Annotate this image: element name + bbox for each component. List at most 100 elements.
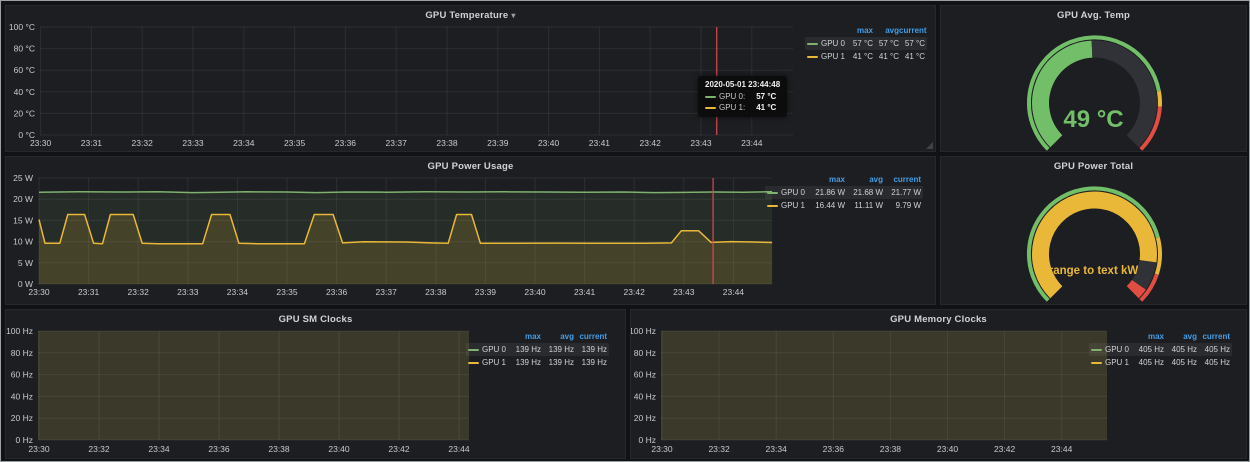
legend-value: 405 Hz	[1131, 345, 1164, 354]
panel-title-gpu-power-total[interactable]: GPU Power Total	[941, 161, 1246, 172]
gpu-power-total-gauge	[941, 157, 1248, 306]
legend-gpu-temperature: maxavgcurrentGPU 057 °C57 °C57 °CGPU 141…	[805, 24, 927, 63]
gpu-temperature-chart[interactable]: 0 °C20 °C40 °C60 °C80 °C100 °C23:3023:31…	[6, 6, 937, 153]
offscale-series-fill	[661, 331, 1107, 440]
y-axis-tick-label: 20 Hz	[634, 413, 656, 423]
x-axis-tick-label: 23:38	[880, 444, 902, 454]
legend-row: GPU 021.86 W21.68 W21.77 W	[765, 186, 923, 199]
legend-value: 139 Hz	[574, 345, 607, 354]
tooltip-row: GPU 0: 57 °C	[705, 91, 780, 102]
legend-series-name[interactable]: GPU 0	[482, 345, 506, 354]
legend-row: GPU 1139 Hz139 Hz139 Hz	[466, 356, 609, 369]
legend-value: 11.11 W	[845, 201, 883, 210]
x-axis-tick-label: 23:39	[475, 287, 497, 297]
panel-title-gpu-temperature[interactable]: GPU Temperature▾	[6, 10, 935, 21]
panel-title-gpu-memory-clocks[interactable]: GPU Memory Clocks	[631, 314, 1246, 325]
panel-title-text: GPU Power Usage	[428, 161, 514, 172]
x-axis-tick-label: 23:31	[81, 138, 103, 148]
legend-header-avg: avg	[1164, 332, 1197, 341]
panel-title-gpu-sm-clocks[interactable]: GPU SM Clocks	[6, 314, 625, 325]
x-axis-tick-label: 23:44	[741, 138, 763, 148]
legend-gpu-sm-clocks: maxavgcurrentGPU 0139 Hz139 Hz139 HzGPU …	[466, 330, 609, 369]
legend-header-avg: avg	[845, 175, 883, 184]
legend-value: 405 Hz	[1197, 358, 1230, 367]
x-axis-tick-label: 23:38	[436, 138, 458, 148]
y-axis-tick-label: 100 °C	[9, 22, 35, 32]
tooltip-series-value: 41 °C	[756, 103, 776, 112]
legend-header-current: current	[1197, 332, 1230, 341]
legend-series-name[interactable]: GPU 0	[1105, 345, 1129, 354]
legend-series-name[interactable]: GPU 1	[482, 358, 506, 367]
y-axis-tick-label: 40 °C	[14, 87, 35, 97]
legend-series-name[interactable]: GPU 1	[781, 201, 805, 210]
legend-series: GPU 0	[767, 188, 807, 197]
x-axis-tick-label: 23:44	[1051, 444, 1073, 454]
legend-value: 21.77 W	[883, 188, 921, 197]
x-axis-tick-label: 23:32	[128, 287, 150, 297]
x-axis-tick-label: 23:30	[651, 444, 673, 454]
y-axis-tick-label: 10 W	[13, 237, 33, 247]
legend-header-current: current	[883, 175, 921, 184]
panel-title-gpu-avg-temp[interactable]: GPU Avg. Temp	[941, 10, 1246, 21]
x-axis-tick-label: 23:38	[425, 287, 447, 297]
offscale-series-fill	[38, 331, 469, 440]
x-axis-tick-label: 23:36	[335, 138, 357, 148]
x-axis-tick-label: 23:40	[524, 287, 546, 297]
x-axis-tick-label: 23:36	[208, 444, 230, 454]
legend-header-max: max	[508, 332, 541, 341]
panel-title-gpu-power-usage[interactable]: GPU Power Usage	[6, 161, 935, 172]
x-axis-tick-label: 23:30	[28, 287, 50, 297]
legend-row: GPU 057 °C57 °C57 °C	[805, 37, 927, 50]
x-axis-tick-label: 23:44	[448, 444, 470, 454]
y-axis-tick-label: 80 Hz	[11, 348, 33, 358]
series-color-dash-icon	[767, 192, 778, 194]
series-line[interactable]	[39, 192, 772, 193]
x-axis-tick-label: 23:34	[766, 444, 788, 454]
x-axis-tick-label: 23:32	[88, 444, 110, 454]
tooltip-series-value: 57 °C	[756, 92, 776, 101]
panel-gpu-power-usage: GPU Power Usage 0 W5 W10 W15 W20 W25 W23…	[5, 156, 936, 305]
legend-value: 57 °C	[899, 39, 925, 48]
x-axis-tick-label: 23:41	[574, 287, 596, 297]
y-axis-tick-label: 20 Hz	[11, 413, 33, 423]
legend-series-name[interactable]: GPU 1	[821, 52, 845, 61]
legend-series-name[interactable]: GPU 0	[821, 39, 845, 48]
legend-value: 139 Hz	[508, 358, 541, 367]
legend-value: 9.79 W	[883, 201, 921, 210]
x-axis-tick-label: 23:42	[388, 444, 410, 454]
x-axis-tick-label: 23:31	[78, 287, 100, 297]
y-axis-tick-label: 15 W	[13, 215, 33, 225]
y-axis-tick-label: 25 W	[13, 173, 33, 183]
grafana-dashboard: GPU Temperature▾ 0 °C20 °C40 °C60 °C80 °…	[0, 0, 1250, 462]
legend-series-name[interactable]: GPU 0	[781, 188, 805, 197]
legend-row: GPU 141 °C41 °C41 °C	[805, 50, 927, 63]
y-axis-tick-label: 60 °C	[14, 65, 35, 75]
y-axis-tick-label: 80 Hz	[634, 348, 656, 358]
legend-value: 41 °C	[873, 52, 899, 61]
y-axis-tick-label: 100 Hz	[6, 326, 33, 336]
tooltip-row: GPU 1: 41 °C	[705, 102, 780, 113]
y-axis-tick-label: 60 Hz	[11, 370, 33, 380]
legend-header-avg: avg	[873, 26, 899, 35]
panel-resize-handle[interactable]	[926, 142, 933, 149]
series-color-dash-icon	[767, 205, 778, 207]
legend-header-avg: avg	[541, 332, 574, 341]
x-axis-tick-label: 23:34	[233, 138, 255, 148]
x-axis-tick-label: 23:37	[386, 138, 408, 148]
gauge-value-text: 49 °C	[941, 106, 1246, 134]
x-axis-tick-label: 23:36	[326, 287, 348, 297]
x-axis-tick-label: 23:33	[177, 287, 199, 297]
x-axis-tick-label: 23:30	[28, 444, 50, 454]
legend-series-name[interactable]: GPU 1	[1105, 358, 1129, 367]
x-axis-tick-label: 23:35	[276, 287, 298, 297]
chart-tooltip: 2020-05-01 23:44:48 GPU 0: 57 °C GPU 1: …	[698, 76, 787, 117]
legend-header-max: max	[807, 175, 845, 184]
tooltip-timestamp: 2020-05-01 23:44:48	[705, 80, 780, 89]
legend-header-max: max	[847, 26, 873, 35]
panel-gpu-temperature: GPU Temperature▾ 0 °C20 °C40 °C60 °C80 °…	[5, 5, 936, 152]
panel-title-text: GPU SM Clocks	[279, 314, 353, 325]
x-axis-tick-label: 23:33	[182, 138, 204, 148]
x-axis-tick-label: 23:37	[376, 287, 398, 297]
legend-row: GPU 0405 Hz405 Hz405 Hz	[1089, 343, 1232, 356]
legend-series: GPU 1	[468, 358, 508, 367]
